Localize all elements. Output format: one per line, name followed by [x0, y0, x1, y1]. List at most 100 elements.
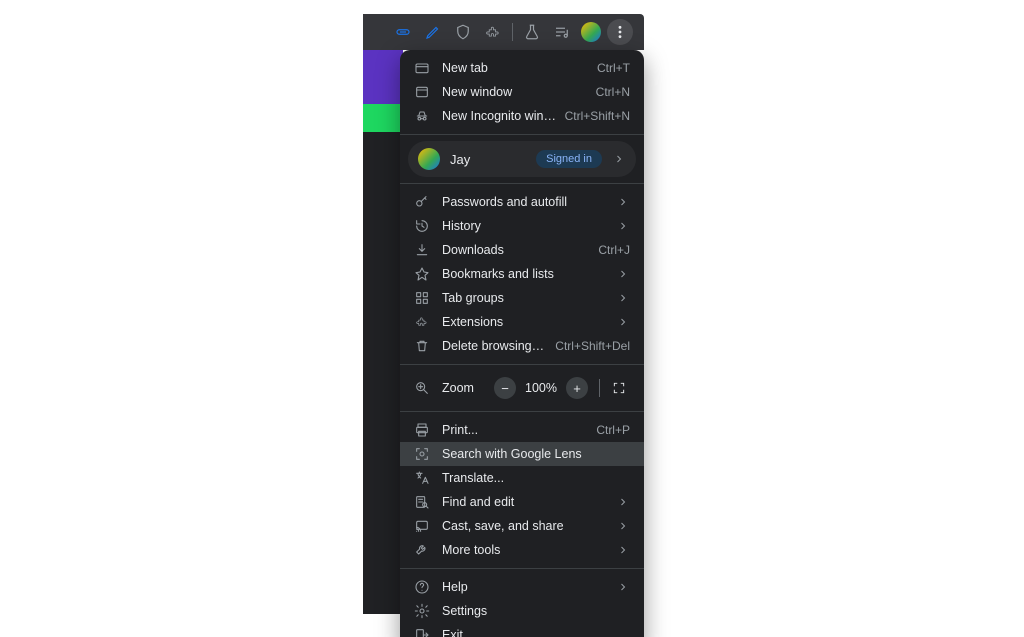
menu-label: History	[442, 219, 608, 233]
page-background-green	[363, 104, 403, 132]
cast-icon	[414, 518, 430, 534]
zoom-percent: 100%	[525, 381, 557, 395]
menu-shortcut: Ctrl+N	[596, 85, 630, 99]
playlist-icon[interactable]	[549, 19, 575, 45]
menu-item-print[interactable]: Print... Ctrl+P	[400, 418, 644, 442]
translate-icon	[414, 470, 430, 486]
menu-item-google-lens[interactable]: Search with Google Lens	[400, 442, 644, 466]
menu-item-delete-browsing-data[interactable]: Delete browsing data... Ctrl+Shift+Del	[400, 334, 644, 358]
flask-icon[interactable]	[519, 19, 545, 45]
gear-icon	[414, 603, 430, 619]
menu-label: Find and edit	[442, 495, 608, 509]
fullscreen-button[interactable]	[608, 377, 630, 399]
menu-label: New Incognito window	[442, 109, 557, 123]
menu-item-new-window[interactable]: New window Ctrl+N	[400, 80, 644, 104]
menu-label: Passwords and autofill	[442, 195, 608, 209]
menu-item-extensions[interactable]: Extensions	[400, 310, 644, 334]
menu-label: Help	[442, 580, 608, 594]
menu-label: Downloads	[442, 243, 590, 257]
menu-item-translate[interactable]: Translate...	[400, 466, 644, 490]
new-tab-icon	[414, 60, 430, 76]
menu-separator	[400, 183, 644, 184]
chevron-right-icon	[616, 267, 630, 281]
profile-name: Jay	[450, 152, 530, 167]
new-window-icon	[414, 84, 430, 100]
menu-shortcut: Ctrl+P	[596, 423, 630, 437]
menu-shortcut: Ctrl+Shift+N	[565, 109, 630, 123]
menu-item-zoom: Zoom − 100% +	[400, 371, 644, 405]
menu-label: Bookmarks and lists	[442, 267, 608, 281]
menu-item-settings[interactable]: Settings	[400, 599, 644, 623]
menu-shortcut: Ctrl+T	[597, 61, 630, 75]
exit-icon	[414, 627, 430, 637]
chevron-right-icon	[616, 519, 630, 533]
menu-label: Settings	[442, 604, 630, 618]
profile-avatar-toolbar[interactable]	[581, 22, 601, 42]
menu-item-cast-save-share[interactable]: Cast, save, and share	[400, 514, 644, 538]
star-icon	[414, 266, 430, 282]
chevron-right-icon	[616, 195, 630, 209]
trash-icon	[414, 338, 430, 354]
menu-item-more-tools[interactable]: More tools	[400, 538, 644, 562]
menu-item-new-incognito[interactable]: New Incognito window Ctrl+Shift+N	[400, 104, 644, 128]
page-background-purple	[363, 50, 403, 104]
help-icon	[414, 579, 430, 595]
chevron-right-icon	[612, 152, 626, 166]
pencil-icon[interactable]	[420, 19, 446, 45]
chevron-right-icon	[616, 291, 630, 305]
zoom-divider	[599, 379, 600, 397]
link-icon[interactable]	[390, 19, 416, 45]
menu-label: Search with Google Lens	[442, 447, 630, 461]
download-icon	[414, 242, 430, 258]
menu-separator	[400, 364, 644, 365]
menu-shortcut: Ctrl+Shift+Del	[555, 339, 630, 353]
menu-label: Translate...	[442, 471, 630, 485]
grid-icon	[414, 290, 430, 306]
menu-item-help[interactable]: Help	[400, 575, 644, 599]
zoom-label: Zoom	[442, 381, 491, 395]
toolbar-divider	[512, 23, 513, 41]
print-icon	[414, 422, 430, 438]
chevron-right-icon	[616, 495, 630, 509]
incognito-icon	[414, 108, 430, 124]
menu-item-tab-groups[interactable]: Tab groups	[400, 286, 644, 310]
menu-item-history[interactable]: History	[400, 214, 644, 238]
zoom-in-button[interactable]: +	[566, 377, 588, 399]
extensions-icon	[414, 314, 430, 330]
menu-label: Delete browsing data...	[442, 339, 547, 353]
menu-item-new-tab[interactable]: New tab Ctrl+T	[400, 56, 644, 80]
chevron-right-icon	[616, 315, 630, 329]
key-icon	[414, 194, 430, 210]
chevron-right-icon	[616, 219, 630, 233]
menu-item-bookmarks[interactable]: Bookmarks and lists	[400, 262, 644, 286]
toolbar	[382, 14, 644, 50]
menu-shortcut: Ctrl+J	[598, 243, 630, 257]
chevron-right-icon	[616, 543, 630, 557]
menu-item-find-edit[interactable]: Find and edit	[400, 490, 644, 514]
zoom-out-button[interactable]: −	[494, 377, 516, 399]
menu-separator	[400, 411, 644, 412]
puzzle-icon[interactable]	[480, 19, 506, 45]
menu-item-profile[interactable]: Jay Signed in	[408, 141, 636, 177]
menu-item-passwords[interactable]: Passwords and autofill	[400, 190, 644, 214]
more-menu-button[interactable]	[607, 19, 633, 45]
find-edit-icon	[414, 494, 430, 510]
menu-separator	[400, 134, 644, 135]
signed-in-badge: Signed in	[536, 150, 602, 168]
menu-item-exit[interactable]: Exit	[400, 623, 644, 637]
lens-icon	[414, 446, 430, 462]
shield-icon[interactable]	[450, 19, 476, 45]
tools-icon	[414, 542, 430, 558]
menu-label: More tools	[442, 543, 608, 557]
menu-label: New tab	[442, 61, 589, 75]
menu-separator	[400, 568, 644, 569]
menu-label: Exit	[442, 628, 630, 637]
menu-label: Cast, save, and share	[442, 519, 608, 533]
menu-label: Print...	[442, 423, 588, 437]
history-icon	[414, 218, 430, 234]
browser-menu: New tab Ctrl+T New window Ctrl+N New Inc…	[400, 50, 644, 637]
menu-label: Extensions	[442, 315, 608, 329]
menu-item-downloads[interactable]: Downloads Ctrl+J	[400, 238, 644, 262]
profile-avatar	[418, 148, 440, 170]
chevron-right-icon	[616, 580, 630, 594]
